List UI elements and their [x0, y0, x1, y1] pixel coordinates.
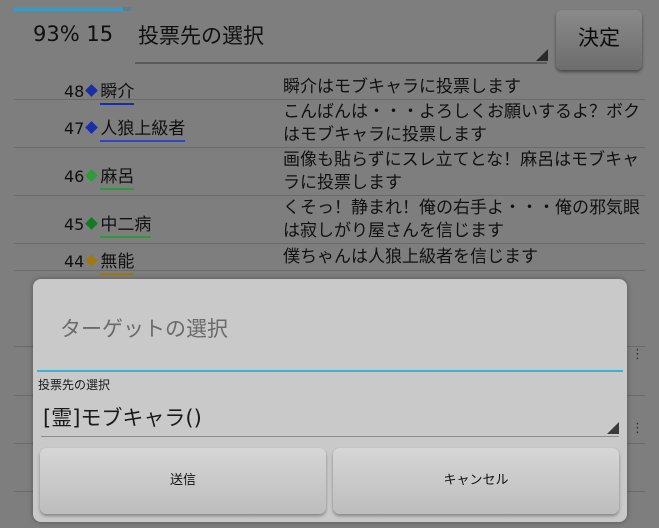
log-row: 46 麻呂 画像も貼らずにスレ立てとな！麻呂はモブキャラに投票します	[0, 148, 659, 196]
diamond-icon	[85, 169, 99, 182]
row-divider	[626, 395, 645, 396]
log-message: くそっ！静まれ！俺の右手よ・・・俺の邪気眼は寂しがり屋さんを信じます	[283, 198, 640, 241]
log-row: 47 人狼上級者 こんばんは・・・よろしくお願いするよ？ボクはモブキャラに投票しま…	[0, 100, 659, 148]
target-select-dialog: ターゲットの選択 投票先の選択 [霊]モブキャラ() 送信 キャンセル	[33, 279, 627, 522]
log-message: 画像も貼らずにスレ立てとな！麻呂はモブキャラに投票します	[283, 150, 640, 193]
target-spinner[interactable]: [霊]モブキャラ()	[41, 392, 619, 437]
dialog-title: ターゲットの選択	[60, 317, 228, 341]
log-message: 瞬介はモブキャラに投票します	[283, 77, 521, 97]
player-name[interactable]: 人狼上級者	[100, 119, 186, 142]
decide-button[interactable]: 決定	[556, 10, 642, 70]
diamond-icon	[85, 217, 99, 230]
log-row: 48 瞬介 瞬介はモブキャラに投票します	[0, 73, 659, 105]
cancel-button[interactable]: キャンセル	[333, 448, 619, 514]
row-divider	[14, 270, 645, 271]
diamond-icon	[85, 254, 99, 267]
vote-target-select-label: 投票先の選択	[138, 24, 264, 48]
row-divider	[14, 346, 33, 347]
selected-target: [霊]モブキャラ()	[43, 406, 202, 430]
row-divider	[626, 491, 645, 492]
row-divider	[14, 491, 33, 492]
row-divider	[14, 443, 33, 444]
row-divider	[626, 443, 645, 444]
progress-bar	[14, 7, 131, 11]
dialog-title-divider	[37, 370, 623, 372]
log-row: 44 無能 僕ちゃんは人狼上級者を信じます	[0, 244, 659, 275]
vote-target-select[interactable]: 投票先の選択	[135, 12, 548, 64]
dropdown-corner-icon	[607, 422, 619, 434]
player-name[interactable]: 中二病	[100, 215, 152, 238]
dropdown-corner-icon	[536, 49, 548, 61]
progress-status-text: 93% 15	[33, 22, 114, 46]
progress-bar-fill	[14, 7, 123, 11]
log-number: 44 無能	[64, 247, 135, 275]
log-number: 45 中二病	[64, 210, 152, 238]
log-row: 45 中二病 くそっ！静まれ！俺の右手よ・・・俺の邪気眼は寂しがり屋さんを信じます	[0, 196, 659, 244]
diamond-icon	[85, 121, 99, 134]
log-message: こんばんは・・・よろしくお願いするよ？ボクはモブキャラに投票します	[283, 102, 640, 145]
player-name[interactable]: 無能	[100, 252, 135, 275]
field-label: 投票先の選択	[38, 378, 111, 392]
more-vert-icon: ⋮	[631, 347, 644, 362]
send-button[interactable]: 送信	[40, 448, 326, 514]
row-divider	[14, 395, 33, 396]
diamond-icon	[85, 84, 99, 97]
player-name[interactable]: 麻呂	[100, 167, 135, 190]
log-message: 僕ちゃんは人狼上級者を信じます	[283, 247, 538, 267]
log-number: 46 麻呂	[64, 162, 135, 190]
log-number: 47 人狼上級者	[64, 114, 186, 142]
more-vert-icon: ⋮	[631, 421, 644, 436]
